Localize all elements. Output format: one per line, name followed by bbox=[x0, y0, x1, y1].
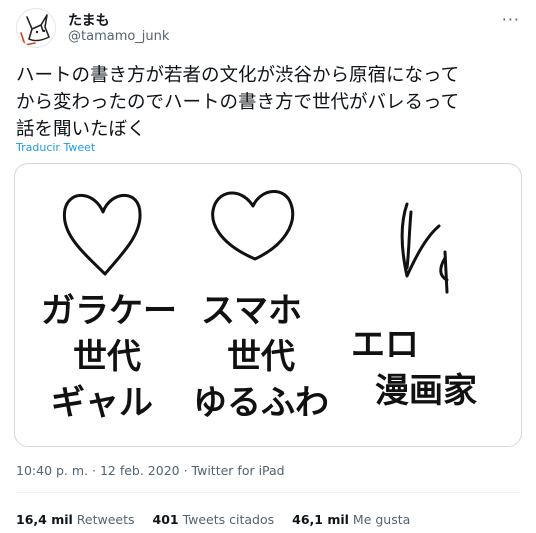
tweet-metadata: 10:40 p. m. · 12 feb. 2020 · Twitter for… bbox=[16, 463, 285, 478]
translate-tweet-link[interactable]: Traducir Tweet bbox=[16, 141, 95, 154]
heart-rounded-icon bbox=[211, 190, 295, 261]
tweet-header: たまも @tamamo_junk ··· bbox=[16, 8, 520, 50]
fox-avatar-icon bbox=[20, 14, 50, 46]
author-handle[interactable]: @tamamo_junk bbox=[68, 29, 169, 44]
col1-line2: 世代 bbox=[73, 337, 141, 377]
retweets-stat[interactable]: 16,4 mil Retweets bbox=[16, 512, 135, 527]
retweets-label: Retweets bbox=[76, 512, 135, 527]
retweets-count: 16,4 mil bbox=[16, 512, 73, 527]
tweet-date[interactable]: 12 feb. 2020 bbox=[100, 463, 180, 478]
col2-line2: 世代 bbox=[227, 337, 295, 377]
handwritten-hearts-illustration: ガラケー 世代 ギャル スマホ 世代 ゆるふわ エロ 漫画家 bbox=[41, 190, 477, 423]
avatar[interactable] bbox=[16, 8, 56, 48]
col2-line3: ゆるふわ bbox=[193, 383, 329, 423]
col1-line1: ガラケー bbox=[41, 291, 177, 331]
tweet-time[interactable]: 10:40 p. m. bbox=[16, 463, 88, 478]
author-name[interactable]: たまも bbox=[68, 10, 110, 30]
more-options-icon[interactable]: ··· bbox=[502, 10, 520, 29]
likes-count: 46,1 mil bbox=[292, 512, 349, 527]
meta-separator: · bbox=[88, 463, 100, 478]
quote-tweets-stat[interactable]: 401 Tweets citados bbox=[153, 512, 275, 527]
tweet-text: ハートの書き方が若者の文化が渋谷から原宿になって から変わったのでハートの書き方… bbox=[16, 65, 460, 140]
quotes-label: Tweets citados bbox=[182, 512, 275, 527]
likes-stat[interactable]: 46,1 mil Me gusta bbox=[292, 512, 410, 527]
col1-line3: ギャル bbox=[51, 383, 153, 423]
heart-sketch-icon bbox=[400, 202, 449, 294]
engagement-stats: 16,4 mil Retweets 401 Tweets citados 46,… bbox=[16, 512, 424, 527]
quotes-count: 401 bbox=[152, 512, 179, 527]
divider bbox=[16, 492, 520, 493]
col3-line2: 漫画家 bbox=[375, 371, 477, 411]
col2-line1: スマホ bbox=[201, 291, 302, 331]
heart-pointed-icon bbox=[62, 193, 142, 276]
likes-label: Me gusta bbox=[352, 512, 411, 527]
col3-line1: エロ bbox=[351, 325, 419, 365]
tweet-source[interactable]: Twitter for iPad bbox=[192, 463, 285, 478]
tweet-media-image[interactable]: ガラケー 世代 ギャル スマホ 世代 ゆるふわ エロ 漫画家 bbox=[14, 163, 522, 447]
meta-separator: · bbox=[179, 463, 192, 478]
